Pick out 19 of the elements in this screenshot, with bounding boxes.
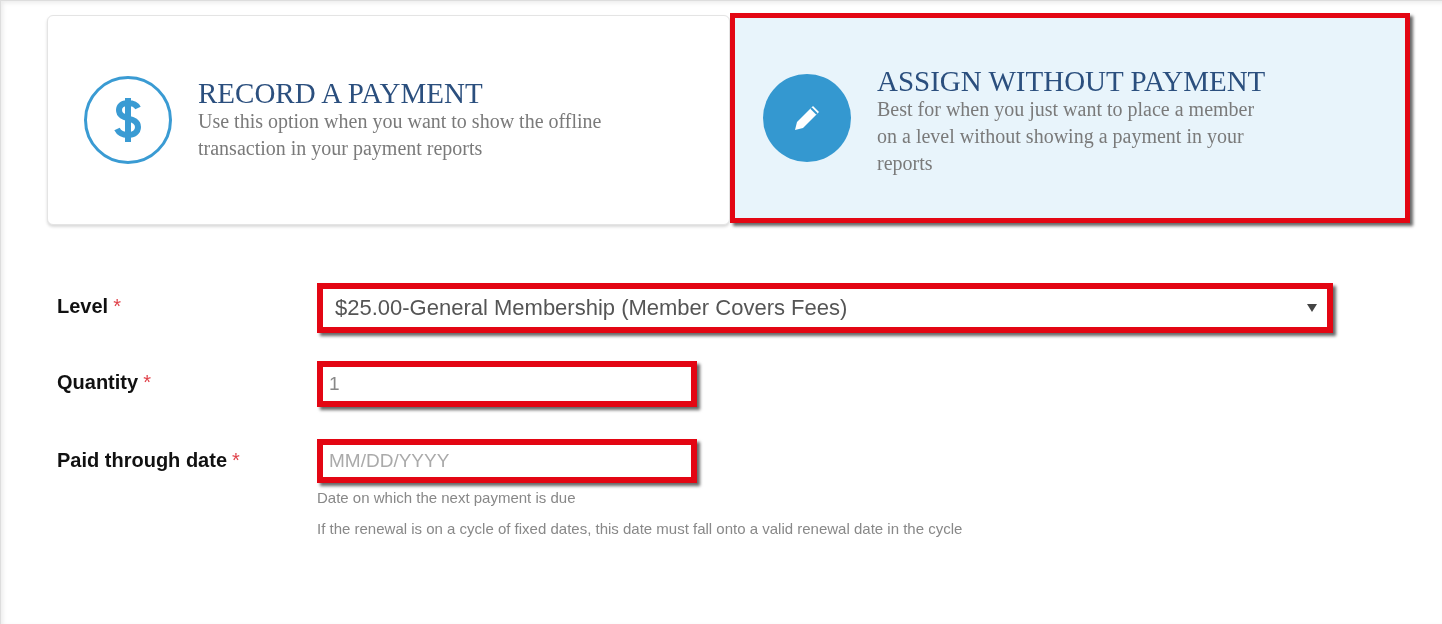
required-mark: * xyxy=(113,295,121,317)
date-field[interactable]: MM/DD/YYYY xyxy=(317,439,697,483)
dollar-icon xyxy=(113,96,143,144)
option-card[interactable]: RECORD A PAYMENT Use this option when you want to show the offline transaction in your payment reports xyxy=(47,15,730,225)
help-text: If the renewal is on a cycle of fixed dates, this date must fall onto a valid renewal date in the cycle xyxy=(317,520,964,537)
option-card[interactable]: ASSIGN WITHOUT PAYMENT Best for when you just want to place a member on a level without showing a payment in your reports xyxy=(730,13,1410,223)
field-label: Quantity * xyxy=(57,370,152,394)
field-label: Paid through date * xyxy=(57,448,241,472)
level-select[interactable]: $25.00-General Membership (Member Covers Fees) xyxy=(317,283,1333,333)
quantity-field[interactable]: 1 xyxy=(317,361,697,407)
required-mark: * xyxy=(143,371,151,393)
option-description: Best for when you just want to place a member on a level without showing a payment in your reports xyxy=(877,96,1256,177)
option-title: RECORD A PAYMENT xyxy=(198,78,484,108)
field-label: Level * xyxy=(57,294,122,318)
dropdown-caret-icon xyxy=(1307,304,1317,312)
option-title: ASSIGN WITHOUT PAYMENT xyxy=(877,65,1267,96)
help-text: Date on which the next payment is due xyxy=(317,489,577,506)
option-description: Use this option when you want to show the offline transaction in your payment reports xyxy=(198,109,603,162)
required-mark: * xyxy=(232,449,240,471)
